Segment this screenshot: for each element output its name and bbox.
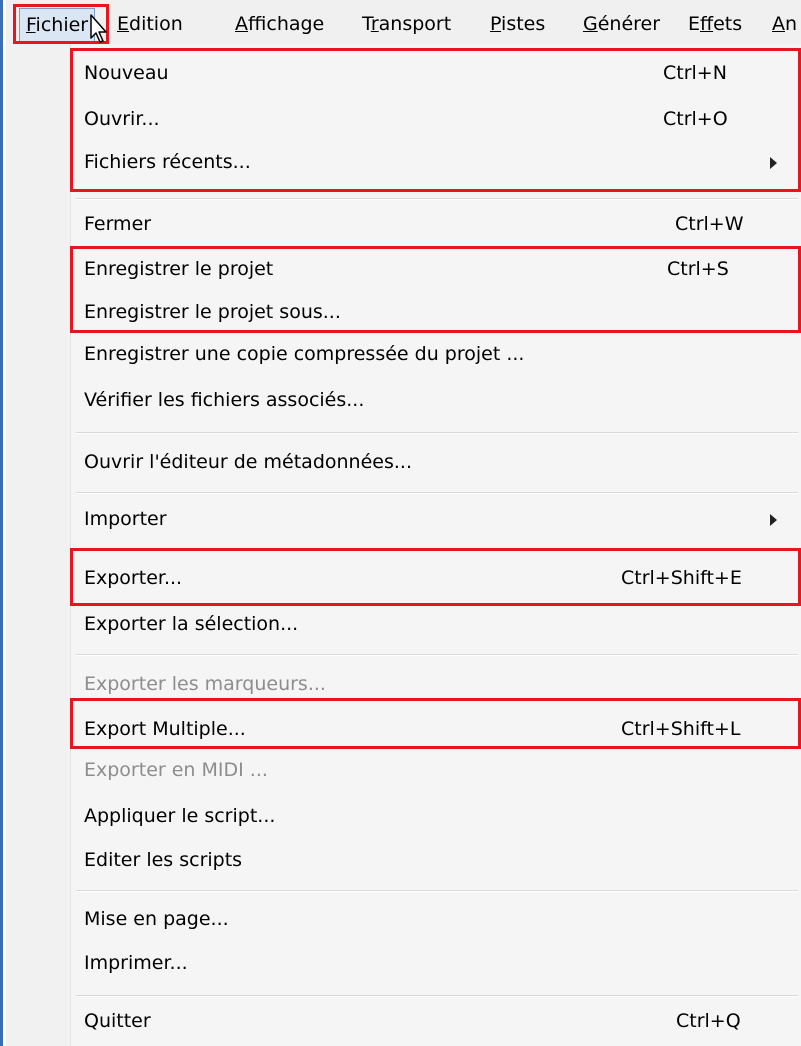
mouse-pointer-icon [90,14,107,43]
menubar-item-effets[interactable]: Effets [688,10,742,38]
menu-item-shortcut: Ctrl+Q [676,1010,741,1032]
menu-item-label: Mise en page... [84,908,229,930]
menu-item-exporter-selection[interactable]: Exporter la sélection... [70,605,801,643]
menu-item-label: Enregistrer une copie compressée du proj… [84,343,525,365]
menu-item-label: Quitter [84,1010,151,1032]
menu-separator [76,432,798,434]
mnemonic-letter: G [583,13,598,35]
menu-item-editeur-metadonnees[interactable]: Ouvrir l'éditeur de métadonnées... [70,443,801,481]
menubar-item-pistes[interactable]: Pistes [490,10,545,38]
mnemonic-letter: A [772,13,785,35]
mnemonic-letter: A [235,13,248,35]
menu-item-appliquer-script[interactable]: Appliquer le script... [70,797,801,835]
menu-item-shortcut: Ctrl+W [675,213,744,235]
menu-separator [76,995,798,997]
menu-item-label: Vérifier les fichiers associés... [84,389,365,411]
menu-bar: Fichier Edition Affichage Transport Pist… [6,0,801,45]
menubar-item-generer[interactable]: Générer [583,10,660,38]
menu-item-label: Ouvrir l'éditeur de métadonnées... [84,451,412,473]
highlight-box-nouveau-group [70,48,801,192]
highlight-box-exporter [70,548,801,606]
menu-item-imprimer[interactable]: Imprimer... [70,944,801,982]
mnemonic-letter: r [370,13,379,35]
highlight-box-export-multiple [70,698,801,749]
menu-item-mise-en-page[interactable]: Mise en page... [70,900,801,938]
menu-item-label: Imprimer... [84,952,188,974]
menu-separator [76,890,798,892]
menubar-item-affichage[interactable]: Affichage [235,10,324,38]
menu-item-label: Fermer [84,213,152,235]
menu-separator [76,654,798,656]
menu-item-label: Editer les scripts [84,849,243,871]
window-frame: Fichier Edition Affichage Transport Pist… [0,0,801,1046]
menubar-item-edition[interactable]: Edition [117,10,183,38]
menu-separator [76,492,798,494]
menu-item-label: Exporter la sélection... [84,613,299,635]
mnemonic-letter: P [490,13,502,35]
menu-item-exporter-midi: Exporter en MIDI ... [70,751,801,789]
menubar-item-transport[interactable]: Transport [362,10,451,38]
menu-item-label: Appliquer le script... [84,805,276,827]
menu-item-label: Exporter les marqueurs... [84,673,326,695]
menu-item-label: Exporter en MIDI ... [84,759,268,781]
menu-item-enregistrer-copie-compressee[interactable]: Enregistrer une copie compressée du proj… [70,335,801,373]
file-menu-dropdown: Nouveau Ctrl+N Ouvrir... Ctrl+O Fichiers… [6,44,801,1046]
menu-separator [76,198,798,200]
menu-item-importer[interactable]: Importer [70,500,801,538]
menu-item-quitter[interactable]: Quitter Ctrl+Q [70,1002,801,1040]
menu-item-editer-scripts[interactable]: Editer les scripts [70,841,801,879]
menu-item-fermer[interactable]: Fermer Ctrl+W [70,205,801,243]
menu-icon-gutter [6,44,71,1046]
submenu-arrow-icon [770,514,777,526]
mnemonic-letter: f [700,13,714,35]
menu-item-label: Importer [84,508,167,530]
highlight-box-enregistrer-group [70,246,801,333]
menu-item-verifier-fichiers[interactable]: Vérifier les fichiers associés... [70,381,801,419]
mnemonic-letter: E [117,13,130,35]
menubar-item-analyse[interactable]: An [772,10,797,38]
